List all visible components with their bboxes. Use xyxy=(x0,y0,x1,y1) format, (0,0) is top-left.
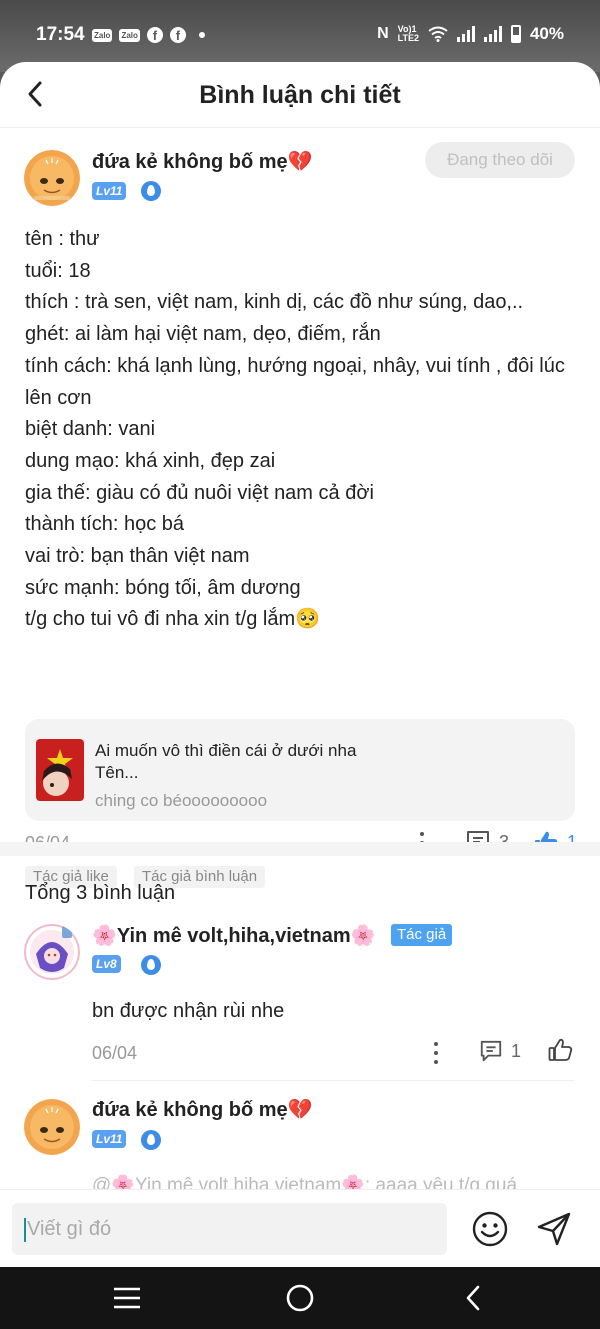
author-badge: Tác giả xyxy=(391,924,453,946)
signal-icon xyxy=(456,26,475,42)
comment-detail-sheet: Bình luận chi tiết đứa kẻ không bố mẹ💔 L… xyxy=(0,62,600,1267)
comment-input-bar: Viết gì đó xyxy=(0,1189,600,1267)
signal-icon xyxy=(483,26,502,42)
post-line: dung mạo: khá xinh, đẹp zai xyxy=(25,449,276,472)
comments-total: Tổng 3 bình luận xyxy=(25,882,176,904)
emoji-icon[interactable] xyxy=(471,1210,509,1248)
comment-icon xyxy=(480,1040,502,1062)
post-line: tên : thư xyxy=(25,228,100,250)
comment-author[interactable]: đứa kẻ không bố mẹ💔 xyxy=(92,1097,313,1122)
water-drop-icon xyxy=(141,1130,161,1150)
comment-separator xyxy=(92,1080,575,1081)
avatar[interactable] xyxy=(24,924,80,980)
level-badge: Lv11 xyxy=(92,182,127,200)
reply-count-button[interactable]: 1 xyxy=(479,1039,521,1063)
send-icon[interactable] xyxy=(535,1210,573,1248)
wifi-icon xyxy=(428,26,448,42)
post-line: thích : trà sen, việt nam, kinh dị, các … xyxy=(25,291,524,314)
water-drop-icon xyxy=(141,955,161,975)
thumbs-up-icon[interactable] xyxy=(547,1037,573,1063)
post-line: thành tích: học bá xyxy=(25,513,185,536)
post-line: gia thế: giàu có đủ nuôi việt nam cả đời xyxy=(25,481,374,504)
quoted-text-line: Ai muốn vô thì điền cái ở dưới nha xyxy=(95,741,357,760)
post-line: ghét: ai làm hại việt nam, dẹo, điếm, rắ… xyxy=(25,323,381,346)
more-options-icon[interactable] xyxy=(433,1042,439,1064)
recent-apps-icon[interactable] xyxy=(112,1285,142,1311)
post-line: sức mạnh: bóng tối, âm dương xyxy=(25,576,301,599)
facebook-icon: f xyxy=(169,27,186,43)
level-badge: Lv11 xyxy=(92,1130,127,1148)
quoted-author: ching co béooooooooo xyxy=(95,791,268,810)
comment-input[interactable]: Viết gì đó xyxy=(12,1203,447,1255)
home-icon[interactable] xyxy=(285,1283,315,1313)
avatar[interactable] xyxy=(24,150,80,206)
post-content: tên : thư tuổi: 18 thích : trà sen, việt… xyxy=(25,224,580,636)
battery-icon xyxy=(510,25,521,43)
post-line: tuổi: 18 xyxy=(25,259,91,282)
avatar[interactable] xyxy=(24,1099,80,1155)
comment-text: bn được nhận rùi nhe xyxy=(92,1000,285,1022)
nfc-icon: N xyxy=(377,25,389,42)
following-button[interactable]: Đang theo dõi xyxy=(425,142,575,178)
notification-icons: Zalo Zalo f f xyxy=(92,27,205,43)
network-label: Vo)1 LTE2 xyxy=(397,24,419,43)
system-icons: N Vo)1 LTE2 40% xyxy=(377,24,564,44)
reply-count: 1 xyxy=(511,1040,522,1061)
zalo-icon: Zalo xyxy=(92,28,113,42)
quoted-post-thumbnail xyxy=(36,739,84,801)
zalo-icon: Zalo xyxy=(119,28,140,42)
comment-date: 06/04 xyxy=(92,1043,138,1063)
text-caret xyxy=(24,1217,26,1242)
post-line: t/g cho tui vô đi nha xin t/g lắm🥺 xyxy=(25,608,321,631)
post-line: biệt danh: vani xyxy=(25,418,156,441)
quoted-post-card[interactable]: Ai muốn vô thì điền cái ở dưới nha Tên..… xyxy=(25,719,575,821)
more-notifications-dot xyxy=(198,32,205,38)
battery-percent: 40% xyxy=(529,24,564,43)
status-time: 17:54 xyxy=(36,24,85,45)
system-nav-bar xyxy=(0,1267,600,1329)
comment-author[interactable]: 🌸Yin mê volt,hiha,vietnam🌸 xyxy=(92,923,376,948)
level-badge: Lv8 xyxy=(92,955,121,973)
comment-input-placeholder: Viết gì đó xyxy=(27,1218,112,1240)
author-name[interactable]: đứa kẻ không bố mẹ💔 xyxy=(92,149,313,174)
facebook-icon: f xyxy=(146,27,163,43)
section-divider xyxy=(0,842,600,856)
post-line: tính cách: khá lạnh lùng, hướng ngoại, n… xyxy=(25,354,565,409)
quoted-text-line: Tên... xyxy=(95,763,139,782)
water-drop-icon xyxy=(141,181,161,201)
header: Bình luận chi tiết xyxy=(0,62,600,128)
back-nav-icon[interactable] xyxy=(460,1283,486,1313)
post-line: vai trò: bạn thân việt nam xyxy=(25,545,250,568)
page-title: Bình luận chi tiết xyxy=(199,81,401,109)
